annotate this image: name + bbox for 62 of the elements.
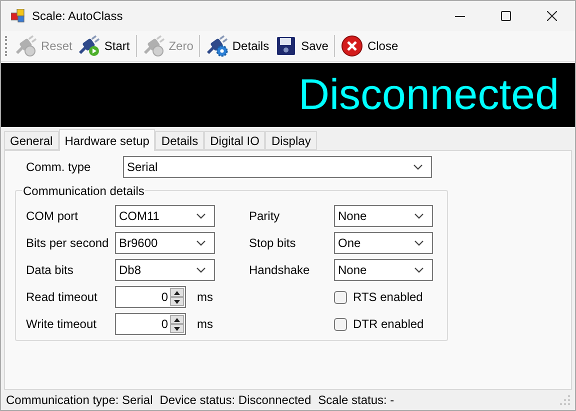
status-display: Disconnected — [1, 63, 575, 127]
field-label: Parity — [249, 208, 281, 225]
chevron-down-icon — [413, 164, 423, 170]
toolbar-button[interactable]: Close — [338, 33, 402, 59]
spin-down-button[interactable] — [170, 297, 184, 306]
plug-gear-icon — [206, 35, 228, 57]
dropdown[interactable]: One — [334, 232, 433, 254]
dropdown[interactable]: None — [334, 259, 433, 281]
window-title: Scale: AutoClass — [32, 8, 123, 25]
plug-icon — [15, 35, 37, 57]
chevron-down-icon — [196, 213, 206, 219]
toolbar-button[interactable]: Details — [203, 33, 272, 59]
field-label: Read timeout — [26, 289, 98, 306]
arrow-down-icon — [174, 326, 180, 330]
dropdown[interactable]: Br9600 — [115, 232, 215, 254]
field-label: Handshake — [249, 262, 311, 279]
dropdown[interactable]: Db8 — [115, 259, 215, 281]
spin-down-button[interactable] — [170, 324, 184, 333]
plug-icon — [142, 35, 165, 57]
dropdown[interactable]: COM11 — [115, 205, 215, 227]
spin-up-button[interactable] — [170, 288, 184, 297]
field-label: Comm. type — [26, 159, 92, 176]
app-icon — [11, 9, 25, 23]
maximize-icon — [501, 11, 511, 21]
field-label: Stop bits — [249, 235, 297, 252]
chevron-down-icon — [414, 267, 424, 273]
status-text: Scale status: - — [318, 392, 394, 409]
chevron-down-icon — [196, 240, 206, 246]
field-label: Data bits — [26, 262, 74, 279]
tab[interactable]: General — [4, 131, 59, 150]
checkbox[interactable] — [334, 290, 347, 304]
dropdown[interactable]: None — [334, 205, 433, 227]
field-label: COM port — [26, 208, 80, 225]
field-label: Bits per second — [26, 235, 110, 252]
checkbox-label: RTS enabled — [353, 289, 423, 306]
chevron-down-icon — [414, 240, 424, 246]
unit-label: ms — [197, 289, 213, 306]
spin-up-button[interactable] — [170, 315, 184, 324]
tab[interactable]: Details — [155, 131, 204, 150]
chevron-down-icon — [414, 213, 424, 219]
unit-label: ms — [197, 316, 213, 333]
close-icon — [547, 11, 557, 21]
close-icon — [341, 35, 364, 57]
toolbar-button[interactable]: Start — [75, 33, 133, 59]
arrow-up-icon — [174, 318, 180, 322]
status-text: Device status: Disconnected — [160, 392, 312, 409]
arrow-up-icon — [174, 290, 180, 294]
resize-grip-icon — [560, 395, 570, 405]
tab[interactable]: Hardware setup — [58, 129, 156, 151]
status-text: Communication type: Serial — [6, 392, 153, 409]
chevron-down-icon — [196, 267, 206, 273]
number-field[interactable]: 0 — [115, 313, 186, 335]
tab[interactable]: Digital IO — [204, 131, 266, 150]
checkbox[interactable] — [334, 318, 347, 330]
toolbar-button[interactable]: Save — [272, 33, 332, 59]
checkbox-label: DTR enabled — [353, 316, 424, 333]
field-label: Write timeout — [26, 316, 98, 333]
tab[interactable]: Display — [265, 131, 317, 150]
plug-play-icon — [78, 35, 100, 57]
arrow-down-icon — [174, 300, 180, 304]
number-field[interactable]: 0 — [115, 286, 186, 308]
dropdown[interactable]: Serial — [123, 156, 432, 178]
